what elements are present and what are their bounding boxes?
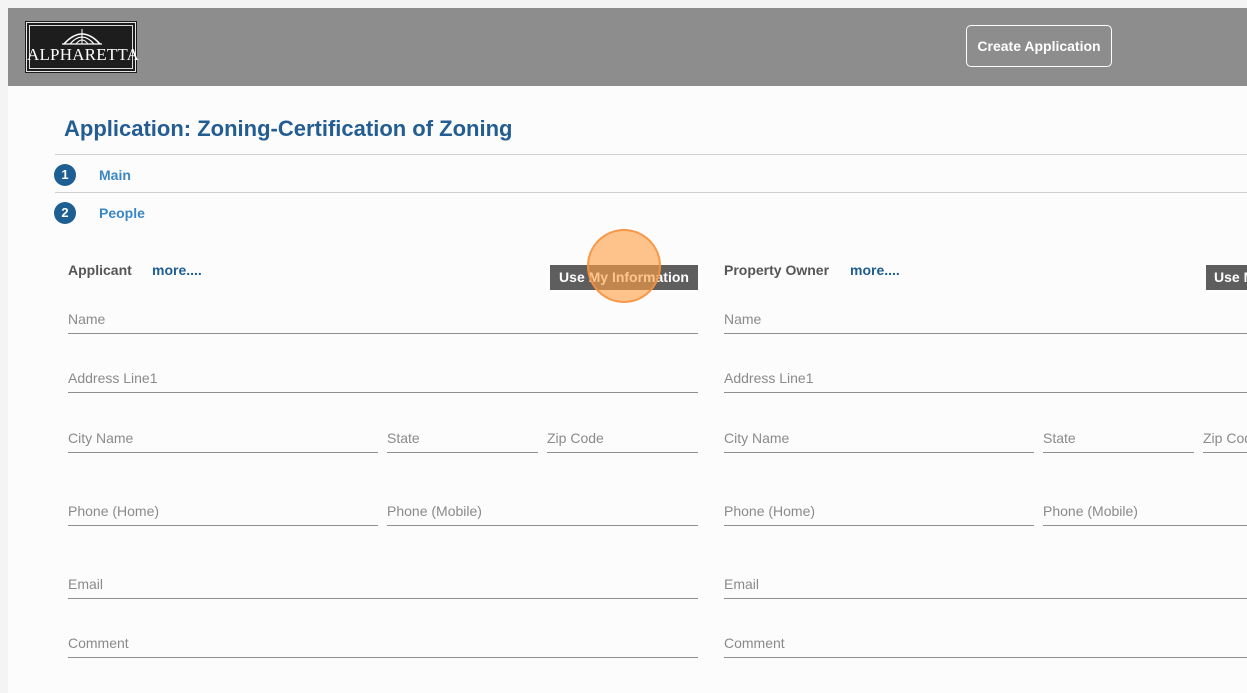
- applicant-state-input[interactable]: [387, 430, 538, 446]
- applicant-phone-home-input[interactable]: [68, 503, 378, 519]
- property-owner-section-title: Property Owner: [724, 262, 830, 278]
- owner-zip-input[interactable]: [1203, 430, 1247, 446]
- applicant-city-input[interactable]: [68, 430, 378, 446]
- applicant-state-field[interactable]: [387, 417, 538, 453]
- step-number-badge: 2: [54, 202, 76, 224]
- applicant-email-input[interactable]: [68, 576, 698, 592]
- applicant-address-input[interactable]: [68, 370, 698, 386]
- create-application-button[interactable]: Create Application: [966, 25, 1112, 67]
- page-title: Application: Zoning-Certification of Zon…: [64, 116, 513, 141]
- title-divider: [55, 154, 1247, 155]
- property-owner-use-my-information-button[interactable]: Use My Information: [1206, 265, 1247, 290]
- top-header-bar: ALPHARETTA Create Application: [8, 8, 1247, 86]
- applicant-zip-input[interactable]: [547, 430, 698, 446]
- applicant-name-input[interactable]: [68, 311, 698, 327]
- owner-email-input[interactable]: [724, 576, 1247, 592]
- owner-address-input[interactable]: [724, 370, 1247, 386]
- applicant-use-my-information-button[interactable]: Use My Information: [550, 265, 698, 290]
- applicant-email-field[interactable]: [68, 563, 698, 599]
- applicant-name-field[interactable]: [68, 298, 698, 334]
- owner-phone-home-field[interactable]: [724, 490, 1034, 526]
- owner-phone-home-input[interactable]: [724, 503, 1034, 519]
- owner-phone-mobile-input[interactable]: [1043, 503, 1247, 519]
- applicant-phone-mobile-field[interactable]: [387, 490, 698, 526]
- owner-comment-input[interactable]: [724, 635, 1247, 651]
- step-divider: [55, 192, 1247, 193]
- applicant-section-title: Applicant: [68, 262, 132, 278]
- logo-wordmark: ALPHARETTA: [27, 45, 140, 64]
- owner-name-field[interactable]: [724, 298, 1247, 334]
- owner-zip-field[interactable]: [1203, 417, 1247, 453]
- property-owner-more-link[interactable]: more....: [850, 262, 900, 278]
- applicant-phone-mobile-input[interactable]: [387, 503, 698, 519]
- owner-state-input[interactable]: [1043, 430, 1194, 446]
- owner-city-input[interactable]: [724, 430, 1034, 446]
- owner-state-field[interactable]: [1043, 417, 1194, 453]
- step-label-people[interactable]: People: [99, 205, 145, 221]
- owner-address-field[interactable]: [724, 357, 1247, 393]
- applicant-comment-field[interactable]: [68, 622, 698, 658]
- app-window: ALPHARETTA Create Application Applicatio…: [8, 8, 1247, 693]
- step-number-badge: 1: [54, 164, 76, 186]
- applicant-more-link[interactable]: more....: [152, 262, 202, 278]
- crown-emblem-icon: [62, 29, 102, 45]
- city-logo[interactable]: ALPHARETTA: [25, 21, 140, 73]
- owner-comment-field[interactable]: [724, 622, 1247, 658]
- applicant-phone-home-field[interactable]: [68, 490, 378, 526]
- applicant-comment-input[interactable]: [68, 635, 698, 651]
- applicant-city-field[interactable]: [68, 417, 378, 453]
- applicant-zip-field[interactable]: [547, 417, 698, 453]
- owner-phone-mobile-field[interactable]: [1043, 490, 1247, 526]
- applicant-address-field[interactable]: [68, 357, 698, 393]
- owner-name-input[interactable]: [724, 311, 1247, 327]
- owner-city-field[interactable]: [724, 417, 1034, 453]
- step-label-main[interactable]: Main: [99, 167, 131, 183]
- owner-email-field[interactable]: [724, 563, 1247, 599]
